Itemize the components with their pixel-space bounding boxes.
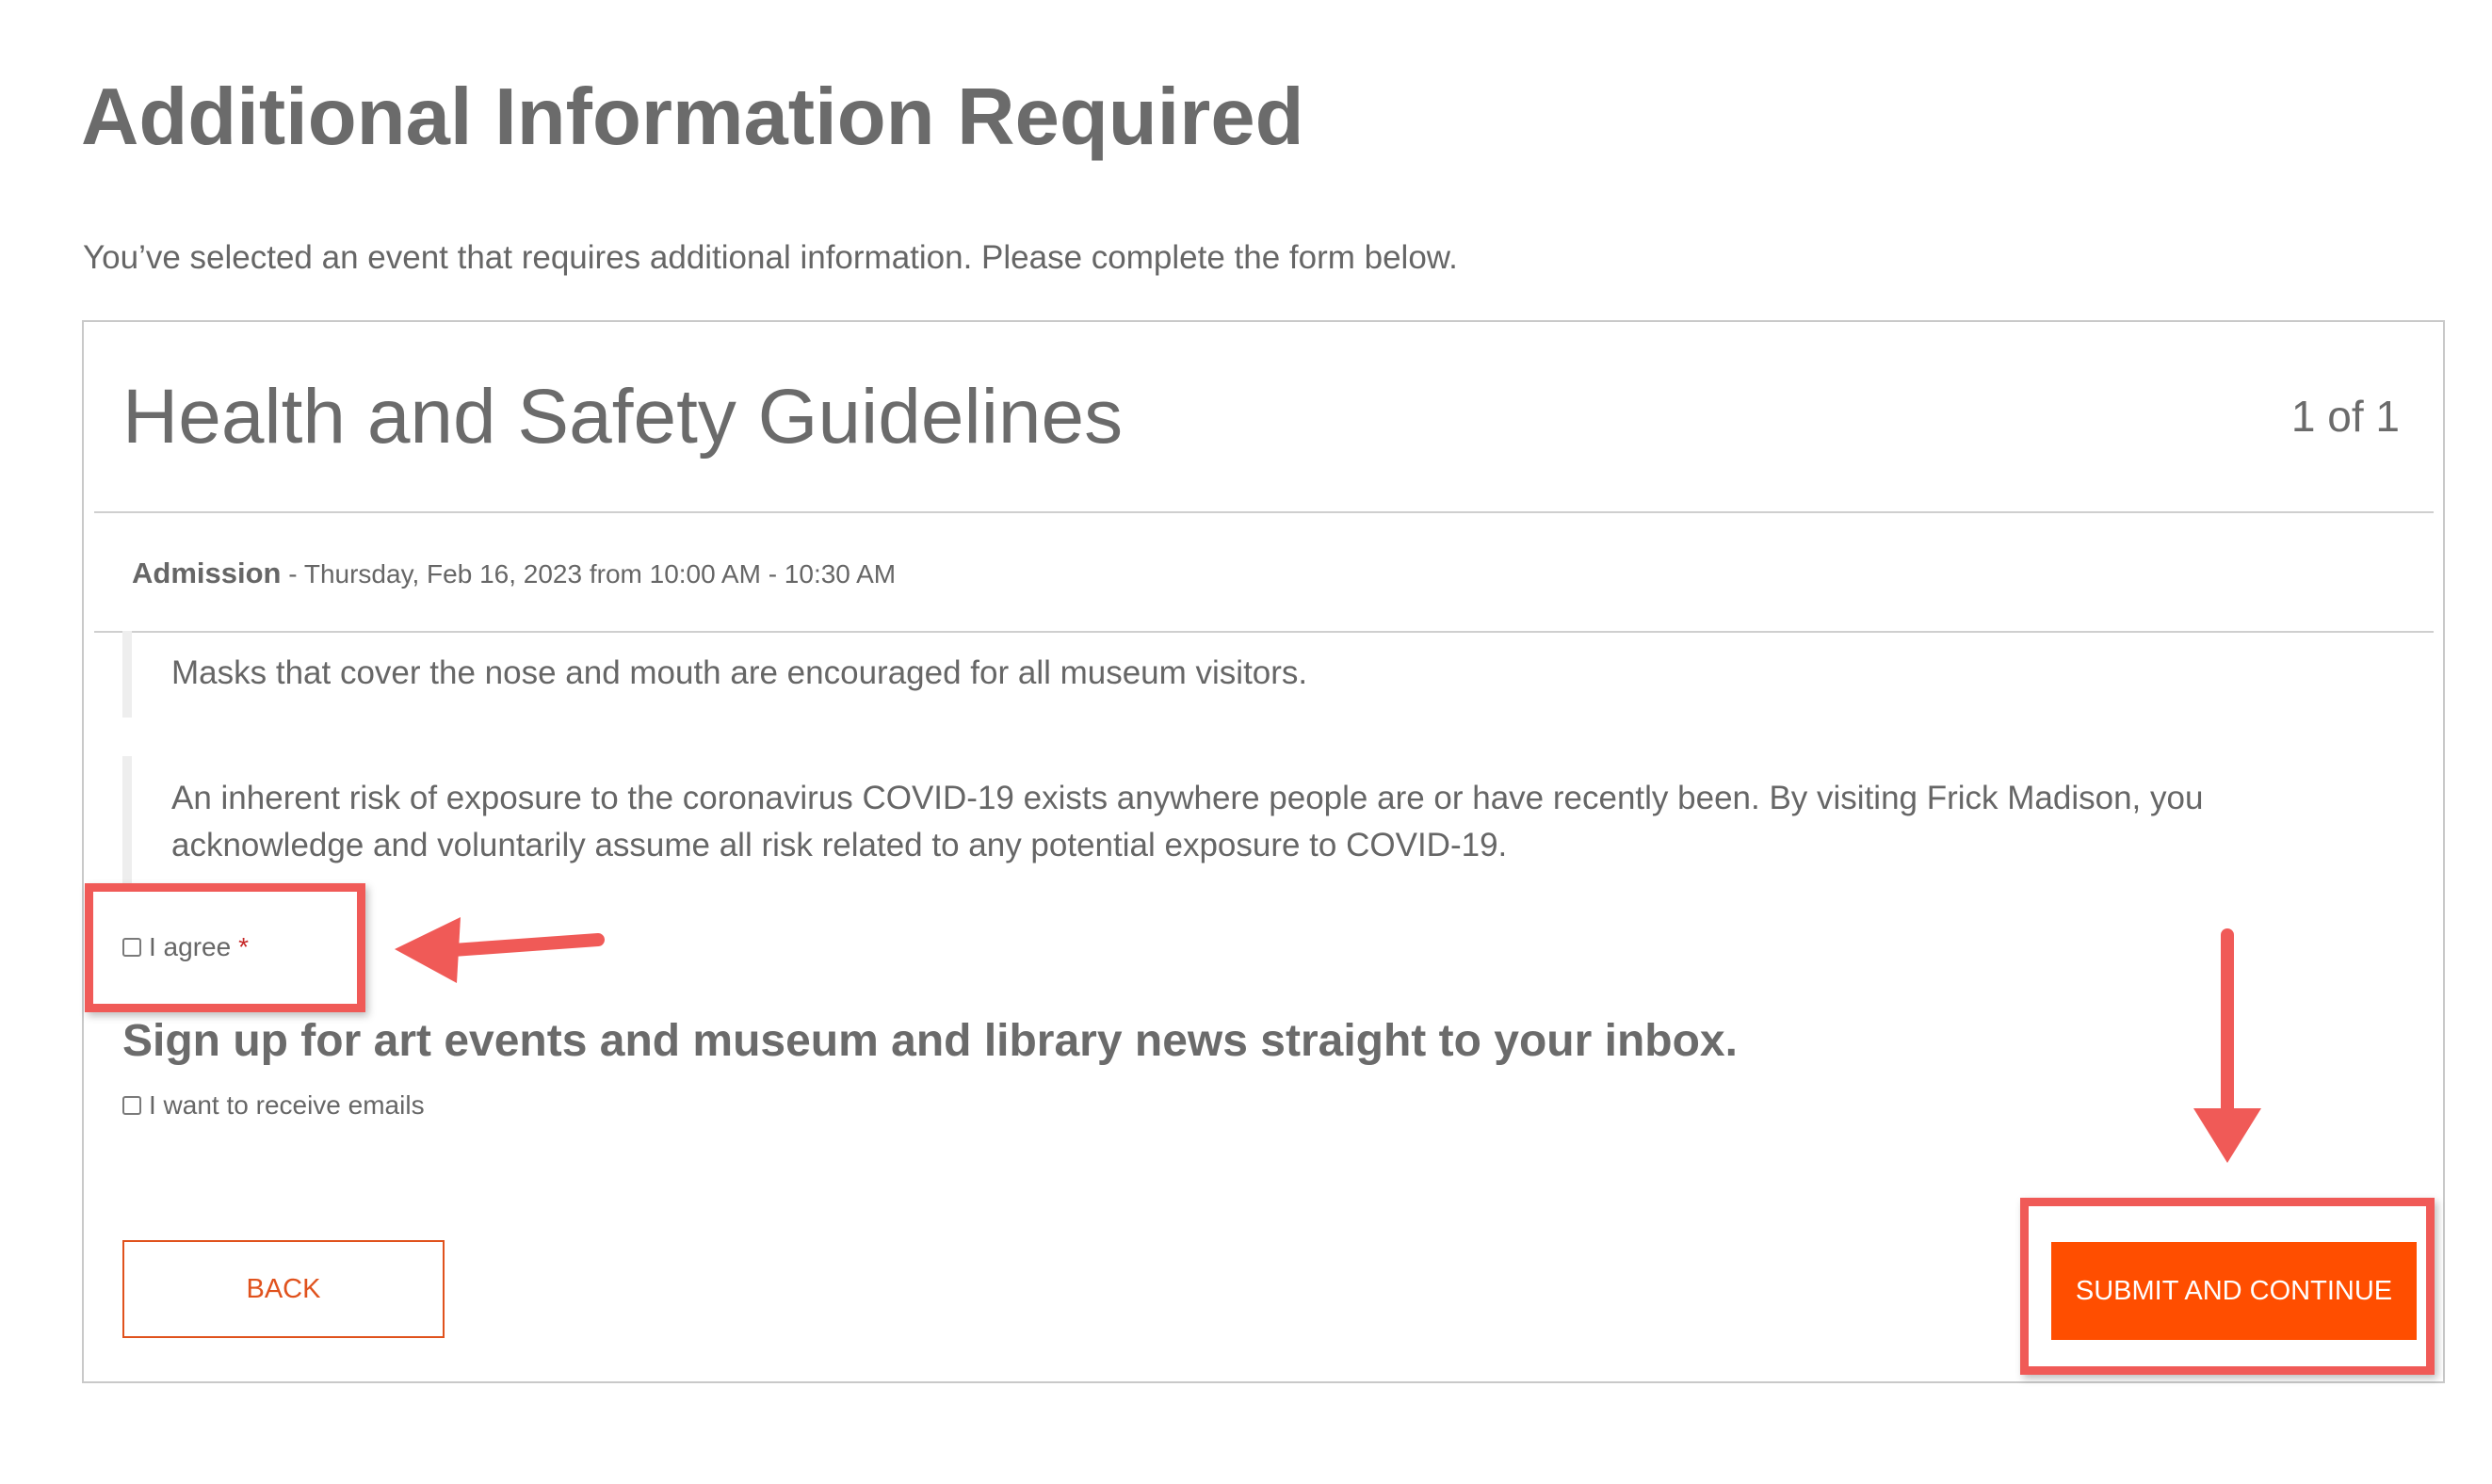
page-counter: 1 of 1 [2290,392,2400,441]
back-button[interactable]: BACK [122,1240,445,1338]
divider [94,511,2434,513]
signup-heading: Sign up for art events and museum and li… [122,1016,1738,1066]
panel-title: Health and Safety Guidelines [122,374,1124,460]
arrow-down-icon [2193,928,2261,1163]
notice-covid-risk: An inherent risk of exposure to the coro… [122,756,2383,890]
event-name: Admission [132,556,282,589]
arrow-left-icon [395,917,605,983]
agree-highlight-box [85,883,365,1012]
intro-text: You’ve selected an event that requires a… [83,239,1458,276]
notice-masks: Masks that cover the nose and mouth are … [122,631,2383,718]
email-optin-label: I want to receive emails [149,1090,425,1120]
event-line: Admission - Thursday, Feb 16, 2023 from … [132,556,896,590]
email-optin-option[interactable]: I want to receive emails [122,1090,425,1121]
submit-highlight-box [2020,1198,2435,1375]
email-optin-checkbox[interactable] [122,1096,141,1115]
page-title: Additional Information Required [81,73,1304,162]
event-details: - Thursday, Feb 16, 2023 from 10:00 AM -… [288,559,897,589]
